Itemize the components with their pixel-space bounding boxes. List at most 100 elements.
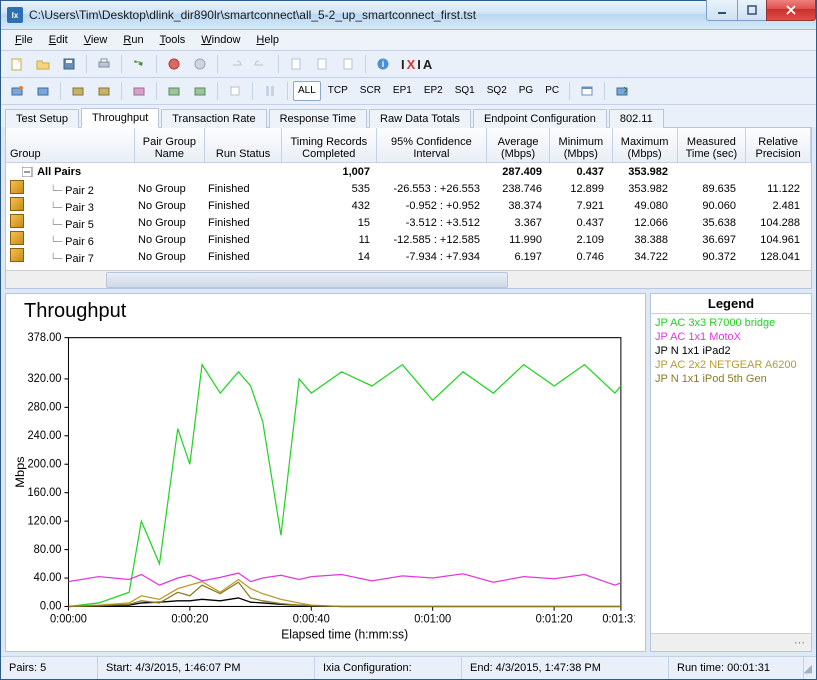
grid-row[interactable]: └─ Pair 3No GroupFinished432-0.952 : +0.… — [6, 197, 811, 214]
grid-row[interactable]: └─ Pair 6No GroupFinished11-12.585 : +12… — [6, 231, 811, 248]
filter-all[interactable]: ALL — [293, 81, 321, 101]
pair-icon — [10, 231, 24, 245]
filter-pc[interactable]: PC — [540, 81, 564, 101]
chart-title: Throughput — [6, 294, 645, 323]
legend-hscroll[interactable]: ⋯ — [651, 633, 811, 651]
menu-help[interactable]: Help — [248, 32, 287, 48]
tab-80211[interactable]: 802.11 — [609, 109, 664, 128]
filter-ep1[interactable]: EP1 — [388, 81, 417, 101]
svg-text:280.00: 280.00 — [28, 401, 62, 413]
info-icon[interactable]: i — [371, 52, 395, 76]
menu-view[interactable]: View — [76, 32, 116, 48]
ep-icon-6[interactable] — [162, 79, 186, 103]
legend-items: JP AC 3x3 R7000 bridgeJP AC 1x1 MotoXJP … — [651, 314, 811, 633]
legend-panel: Legend JP AC 3x3 R7000 bridgeJP AC 1x1 M… — [650, 293, 812, 652]
minimize-button[interactable] — [706, 0, 738, 21]
toolbar-filter: ALL TCP SCR EP1 EP2 SQ1 SQ2 PG PC — [1, 78, 816, 105]
legend-item[interactable]: JP N 1x1 iPod 5th Gen — [655, 372, 807, 386]
close-button[interactable] — [766, 0, 816, 21]
svg-text:0:00:00: 0:00:00 — [50, 613, 87, 625]
pause-icon[interactable] — [188, 52, 212, 76]
ep-icon-4[interactable] — [92, 79, 116, 103]
export-icon[interactable] — [610, 79, 634, 103]
pair-icon — [10, 197, 24, 211]
resize-grip-icon[interactable]: ◢ — [804, 662, 816, 675]
status-pairs: Pairs: 5 — [1, 657, 98, 679]
svg-text:40.00: 40.00 — [34, 572, 62, 584]
filter-pg[interactable]: PG — [514, 81, 538, 101]
svg-text:160.00: 160.00 — [28, 487, 62, 499]
grid-header: Group Pair Group Name Run Status Timing … — [6, 128, 811, 163]
grid-body[interactable]: All Pairs1,007287.4090.437353.982 └─ Pai… — [6, 163, 811, 270]
col-avg[interactable]: Average (Mbps) — [487, 128, 550, 162]
svg-text:378.00: 378.00 — [28, 332, 62, 344]
undo-icon[interactable] — [223, 52, 247, 76]
print-icon[interactable] — [92, 52, 116, 76]
ep-icon-7[interactable] — [188, 79, 212, 103]
filter-ep2[interactable]: EP2 — [419, 81, 448, 101]
menubar: File Edit View Run Tools Window Help — [1, 30, 816, 51]
legend-item[interactable]: JP N 1x1 iPad2 — [655, 344, 807, 358]
ep-icon-2[interactable] — [31, 79, 55, 103]
filter-scr[interactable]: SCR — [355, 81, 386, 101]
report-icon[interactable] — [284, 52, 308, 76]
menu-run[interactable]: Run — [115, 32, 151, 48]
stop-icon[interactable] — [162, 52, 186, 76]
col-max[interactable]: Maximum (Mbps) — [613, 128, 678, 162]
ep-icon-8[interactable] — [223, 79, 247, 103]
col-runstatus[interactable]: Run Status — [205, 128, 282, 162]
svg-text:0:01:00: 0:01:00 — [414, 613, 451, 625]
maximize-button[interactable] — [738, 0, 766, 21]
menu-edit[interactable]: Edit — [41, 32, 76, 48]
ep-icon-5[interactable] — [127, 79, 151, 103]
menu-tools[interactable]: Tools — [152, 32, 194, 48]
ep-icon-9[interactable] — [258, 79, 282, 103]
new-icon[interactable] — [5, 52, 29, 76]
col-prec[interactable]: Relative Precision — [746, 128, 811, 162]
open-icon[interactable] — [31, 52, 55, 76]
filter-sq2[interactable]: SQ2 — [482, 81, 512, 101]
app-icon: Ix — [7, 7, 23, 23]
tab-response-time[interactable]: Response Time — [269, 109, 367, 128]
menu-file[interactable]: File — [7, 32, 41, 48]
legend-item[interactable]: JP AC 1x1 MotoX — [655, 330, 807, 344]
ep-icon-1[interactable] — [5, 79, 29, 103]
chart-plot[interactable]: 378.00320.00280.00240.00200.00160.00120.… — [10, 327, 635, 647]
grid-row[interactable]: └─ Pair 7No GroupFinished14-7.934 : +7.9… — [6, 248, 811, 265]
filter-sq1[interactable]: SQ1 — [450, 81, 480, 101]
window-title: C:\Users\Tim\Desktop\dlink_dir890lr\smar… — [29, 8, 706, 22]
ep-icon-3[interactable] — [66, 79, 90, 103]
report3-icon[interactable] — [336, 52, 360, 76]
legend-item[interactable]: JP AC 3x3 R7000 bridge — [655, 316, 807, 330]
tab-test-setup[interactable]: Test Setup — [5, 109, 79, 128]
brand-logo: IXIA — [401, 57, 434, 72]
col-pairgroup[interactable]: Pair Group Name — [135, 128, 206, 162]
tab-throughput[interactable]: Throughput — [81, 108, 159, 128]
grid-row[interactable]: └─ Pair 2No GroupFinished535-26.553 : +2… — [6, 180, 811, 197]
col-group[interactable]: Group — [6, 128, 135, 162]
col-min[interactable]: Minimum (Mbps) — [550, 128, 613, 162]
filter-tcp[interactable]: TCP — [323, 81, 353, 101]
redo-icon[interactable] — [249, 52, 273, 76]
menu-window[interactable]: Window — [193, 32, 248, 48]
report2-icon[interactable] — [310, 52, 334, 76]
svg-text:320.00: 320.00 — [28, 373, 62, 385]
window-icon[interactable] — [575, 79, 599, 103]
grid-hscroll[interactable] — [6, 270, 811, 288]
save-icon[interactable] — [57, 52, 81, 76]
tab-endpoint-config[interactable]: Endpoint Configuration — [473, 109, 607, 128]
tab-transaction-rate[interactable]: Transaction Rate — [161, 109, 266, 128]
grid-row[interactable]: └─ Pair 5No GroupFinished15-3.512 : +3.5… — [6, 214, 811, 231]
pair-icon — [10, 180, 24, 194]
col-timing[interactable]: Timing Records Completed — [282, 128, 377, 162]
col-time[interactable]: Measured Time (sec) — [678, 128, 747, 162]
tab-raw-data[interactable]: Raw Data Totals — [369, 109, 471, 128]
svg-text:120.00: 120.00 — [28, 515, 62, 527]
run-icon[interactable] — [127, 52, 151, 76]
grid-summary-row[interactable]: All Pairs1,007287.4090.437353.982 — [6, 163, 811, 180]
col-ci[interactable]: 95% Confidence Interval — [377, 128, 488, 162]
status-runtime: Run time: 00:01:31 — [669, 657, 804, 679]
pair-icon — [10, 248, 24, 262]
status-start: Start: 4/3/2015, 1:46:07 PM — [98, 657, 315, 679]
legend-item[interactable]: JP AC 2x2 NETGEAR A6200 — [655, 358, 807, 372]
